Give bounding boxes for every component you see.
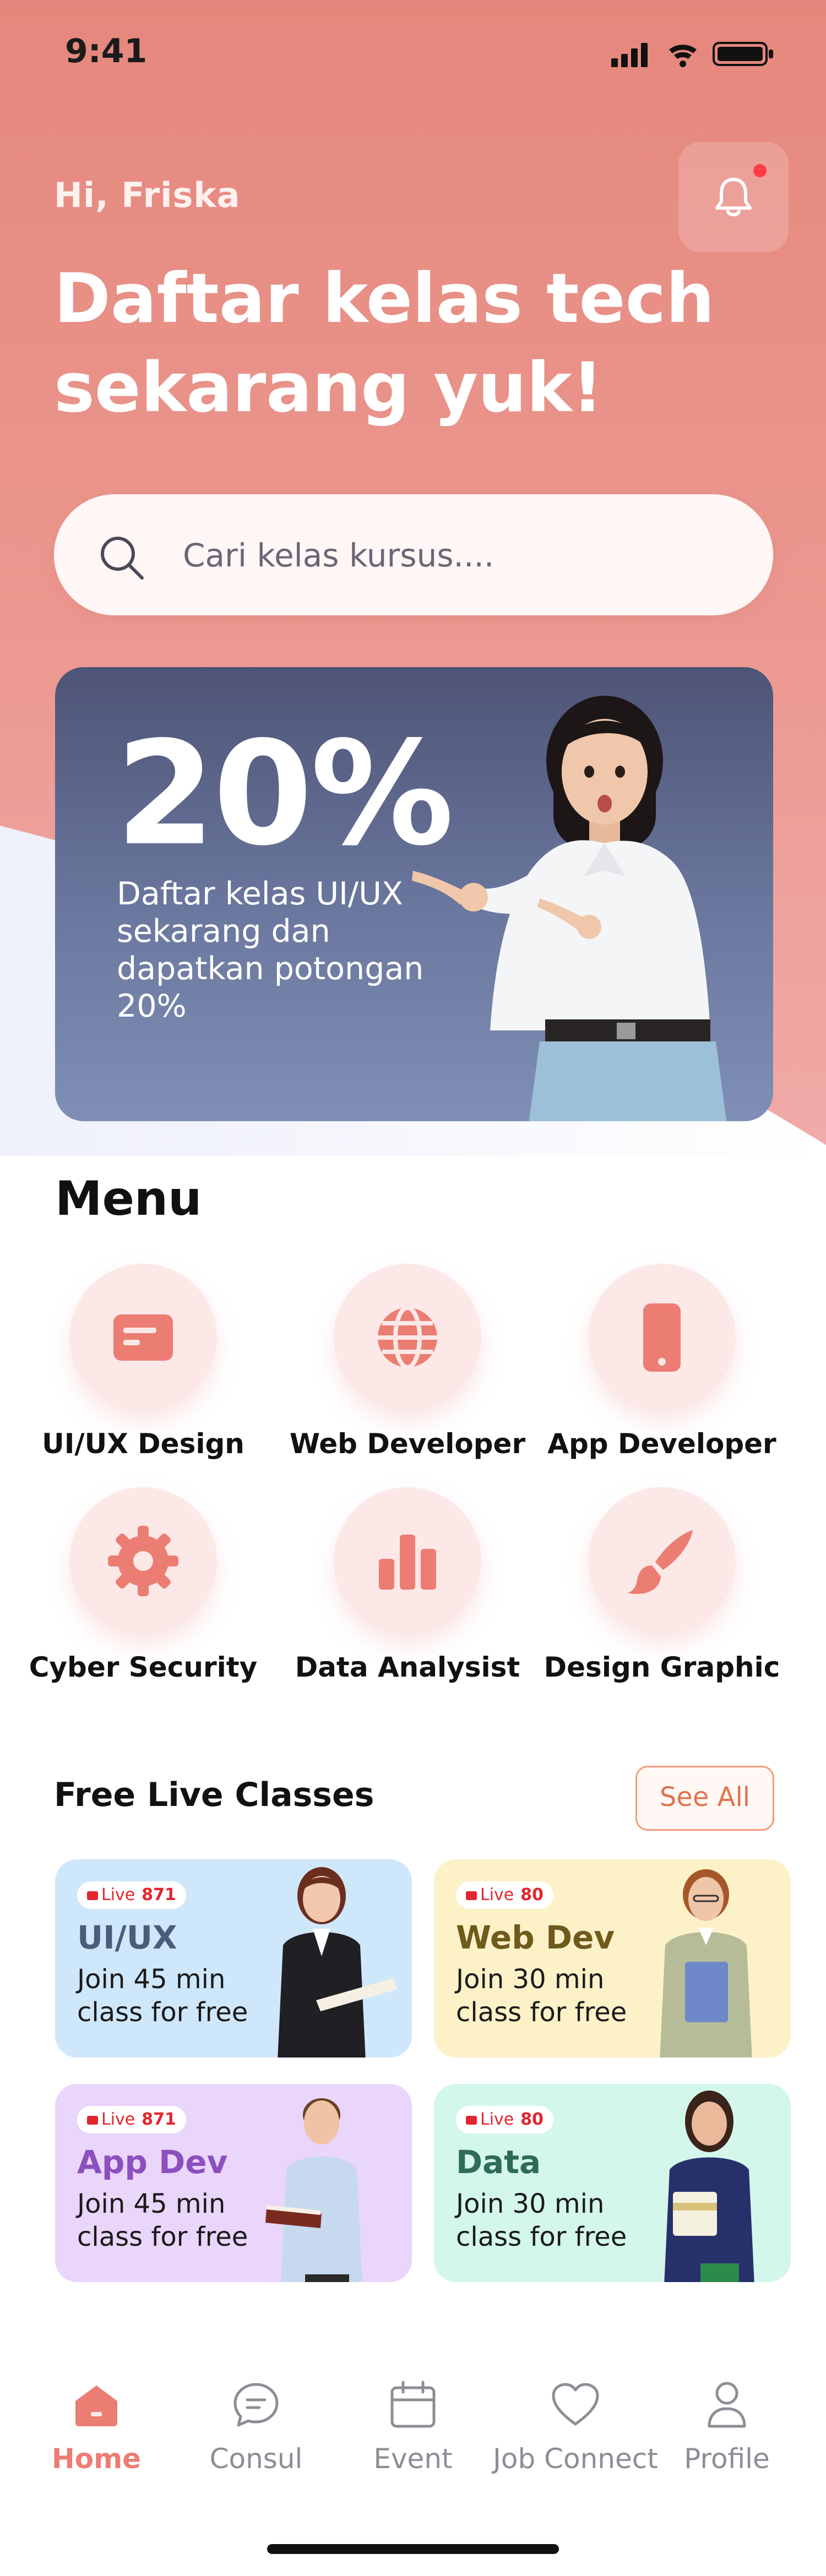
menu-item-icon-wrap [69,1487,217,1635]
globe-icon [378,1306,437,1369]
home-screen: 9:41 Hi, Friska Daftar kelas tech sekara… [0,0,826,2576]
nav-label: Home [51,2443,142,2475]
nav-profile[interactable]: Profile [647,2378,807,2488]
menu-item-label: Data Analysist [295,1651,520,1683]
bar-chart-icon [379,1535,436,1590]
search-icon [101,537,144,580]
page-headline: Daftar kelas tech sekarang yuk! [54,254,715,433]
live-label: Live [480,2110,514,2129]
class-card-desc: Join 45 min class for free [77,1964,248,2028]
menu-item-label: UI/UX Design [42,1428,244,1460]
class-card-webdev[interactable]: Live 80 Web Dev Join 30 min class for fre… [434,1859,791,2057]
live-badge: Live 80 [456,2106,554,2133]
menu-item-web-developer[interactable]: Web Developer [290,1264,525,1460]
phone-icon [643,1303,681,1372]
viewer-count: 80 [520,1885,544,1904]
menu-item-label: Cyber Security [29,1651,258,1683]
live-label: Live [101,2110,135,2129]
home-icon [75,2386,117,2426]
nav-home[interactable]: Home [17,2378,176,2488]
nav-consul[interactable]: Consul [176,2378,336,2488]
status-bar: 9:41 [0,0,826,105]
nav-label: Profile [684,2443,770,2475]
instructor-illustration [664,2091,754,2282]
paintbrush-icon [628,1530,693,1594]
menu-item-icon-wrap [588,1487,736,1635]
class-card-title: UI/UX [77,1919,177,1956]
class-card-uiux[interactable]: Live 871 UI/UX Join 45 min class for free [55,1859,412,2057]
video-camera-icon [87,1891,98,1900]
video-camera-icon [87,2116,98,2125]
menu-item-icon-wrap [69,1264,217,1411]
status-icons [611,42,773,67]
viewer-count: 80 [520,2110,544,2129]
video-camera-icon [466,1891,477,1900]
menu-item-app-developer[interactable]: App Developer [547,1264,776,1460]
menu-item-uiux-design[interactable]: UI/UX Design [33,1264,253,1460]
instructor-illustration [660,1869,752,2057]
greeting-text: Hi, Friska [54,175,241,215]
nav-label: Consul [209,2443,303,2475]
headline-line-1: Daftar kelas tech [54,259,715,339]
live-badge: Live 80 [456,1881,554,1909]
class-card-desc: Join 30 min class for free [456,2188,627,2252]
heart-icon [552,2383,599,2426]
class-card-title: Web Dev [456,1919,615,1956]
wifi-icon [669,45,697,67]
nav-label: Event [373,2443,453,2475]
live-badge: Live 871 [77,1881,186,1909]
menu-item-design-graphic[interactable]: Design Graphic [544,1487,780,1683]
menu-item-cyber-security[interactable]: Cyber Security [29,1487,257,1683]
viewer-count: 871 [142,2110,176,2129]
gear-icon [108,1526,178,1596]
chat-icon [233,2383,279,2427]
menu-item-icon-wrap [334,1487,481,1635]
class-card-data[interactable]: Live 80 Data Join 30 min class for free [434,2084,791,2282]
live-label: Live [480,1885,514,1904]
class-card-title: App Dev [77,2143,228,2181]
class-card-desc: Join 45 min class for free [77,2188,248,2252]
signal-icon [611,43,648,67]
nav-event[interactable]: Event [333,2378,493,2488]
promo-person-illustration [412,696,727,1121]
user-icon [708,2382,746,2428]
menu-item-label: App Developer [547,1428,776,1460]
calendar-icon [390,2381,436,2428]
class-card-title: Data [456,2143,541,2181]
video-camera-icon [466,2116,477,2125]
menu-item-label: Web Developer [289,1428,526,1460]
instructor-illustration [265,2098,362,2282]
headline-line-2: sekarang yuk! [54,348,604,428]
status-time: 9:41 [65,32,148,70]
menu-title: Menu [55,1171,202,1226]
battery-icon [713,42,773,66]
instructor-illustration [278,1867,398,2057]
search-bar[interactable] [54,494,773,615]
class-card-desc: Join 30 min class for free [456,1964,627,2028]
search-input[interactable] [182,528,735,582]
bottom-navigation: Home Consul Event Job Connect Profile [0,2334,826,2576]
home-indicator[interactable] [267,2544,559,2554]
menu-item-label: Design Graphic [544,1651,780,1683]
menu-item-icon-wrap [588,1264,736,1411]
live-badge: Live 871 [77,2106,186,2133]
promo-banner[interactable]: 20% Daftar kelas UI/UX sekarang dan dapa… [55,667,773,1121]
menu-item-icon-wrap [334,1264,481,1411]
nav-job-connect[interactable]: Job Connect [493,2378,658,2488]
card-icon [113,1314,173,1361]
bell-icon [715,178,752,216]
free-classes-title: Free Live Classes [54,1776,374,1814]
notification-button[interactable] [678,142,789,252]
class-card-appdev[interactable]: Live 871 App Dev Join 45 min class for fr… [55,2084,412,2282]
notification-dot [753,164,767,177]
live-label: Live [101,1885,135,1904]
viewer-count: 871 [142,1885,176,1904]
see-all-button[interactable]: See All [635,1766,774,1831]
menu-item-data-analysist[interactable]: Data Analysist [295,1487,520,1683]
